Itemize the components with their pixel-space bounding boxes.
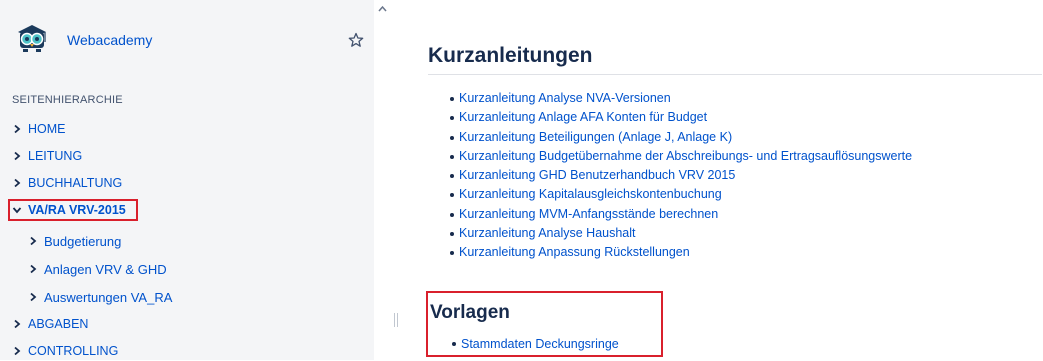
kurzanleitungen-list: Kurzanleitung Analyse NVA-Versionen Kurz…	[450, 89, 912, 263]
sidebar: Webacademy SEITENHIERARCHIE HOME LEITUNG…	[0, 0, 374, 360]
section-heading: Vorlagen	[430, 302, 510, 323]
list-item-link[interactable]: Kurzanleitung GHD Benutzerhandbuch VRV 2…	[450, 166, 912, 185]
sidebar-subitem-label: Auswertungen VA_RA	[44, 289, 173, 305]
sidebar-item-abgaben[interactable]: ABGABEN	[12, 314, 88, 334]
sidebar-resize-handle[interactable]	[394, 313, 398, 327]
list-item-link[interactable]: Kurzanleitung Anlage AFA Konten für Budg…	[450, 108, 912, 127]
chevron-right-icon	[30, 264, 37, 274]
sidebar-scrollbar[interactable]	[374, 0, 391, 360]
vorlagen-list: Stammdaten Deckungsringe	[452, 334, 619, 354]
list-item-link[interactable]: Kurzanleitung Analyse Haushalt	[450, 224, 912, 243]
main-content: Kurzanleitungen Kurzanleitung Analyse NV…	[400, 0, 1043, 360]
chevron-right-icon	[14, 151, 21, 161]
sidebar-subitem-auswertungen[interactable]: Auswertungen VA_RA	[28, 287, 172, 307]
star-outline-icon[interactable]	[348, 32, 364, 48]
sidebar-item-leitung[interactable]: LEITUNG	[12, 146, 82, 166]
sidebar-subitem-anlagen[interactable]: Anlagen VRV & GHD	[28, 259, 167, 279]
space-name-link[interactable]: Webacademy	[67, 32, 152, 48]
chevron-right-icon	[14, 319, 21, 329]
sidebar-item-label: ABGABEN	[28, 317, 89, 331]
highlight-frame	[8, 199, 138, 221]
list-item-link[interactable]: Kurzanleitung MVM-Anfangsstände berechne…	[450, 205, 912, 224]
list-item-link[interactable]: Kurzanleitung Analyse NVA-Versionen	[450, 89, 912, 108]
list-item-link[interactable]: Stammdaten Deckungsringe	[452, 334, 619, 354]
sidebar-subitem-budgetierung[interactable]: Budgetierung	[28, 231, 121, 251]
scroll-up-icon[interactable]	[377, 4, 388, 14]
sidebar-item-buchhaltung[interactable]: BUCHHALTUNG	[12, 173, 122, 193]
list-item-link[interactable]: Kurzanleitung Beteiligungen (Anlage J, A…	[450, 128, 912, 147]
chevron-right-icon	[14, 346, 21, 356]
page-heading: Kurzanleitungen	[428, 44, 593, 67]
chevron-right-icon	[30, 292, 37, 302]
sidebar-item-label: BUCHHALTUNG	[28, 176, 123, 190]
chevron-right-icon	[14, 124, 21, 134]
sidebar-item-label: CONTROLLING	[28, 344, 119, 358]
sidebar-subitem-label: Anlagen VRV & GHD	[44, 261, 167, 277]
list-item-link[interactable]: Kurzanleitung Anpassung Rückstellungen	[450, 243, 912, 262]
sidebar-item-home[interactable]: HOME	[12, 119, 66, 139]
sidebar-item-controlling[interactable]: CONTROLLING	[12, 341, 118, 361]
list-item-link[interactable]: Kurzanleitung Kapitalausgleichskontenbuc…	[450, 185, 912, 204]
sidebar-item-label: LEITUNG	[28, 149, 83, 163]
heading-divider	[428, 74, 1042, 75]
section-label: SEITENHIERARCHIE	[12, 94, 123, 106]
chevron-right-icon	[30, 236, 37, 246]
space-logo-icon[interactable]	[14, 22, 50, 58]
chevron-right-icon	[14, 178, 21, 188]
sidebar-subitem-label: Budgetierung	[44, 233, 122, 249]
list-item-link[interactable]: Kurzanleitung Budgetübernahme der Abschr…	[450, 147, 912, 166]
sidebar-item-label: HOME	[28, 122, 66, 136]
